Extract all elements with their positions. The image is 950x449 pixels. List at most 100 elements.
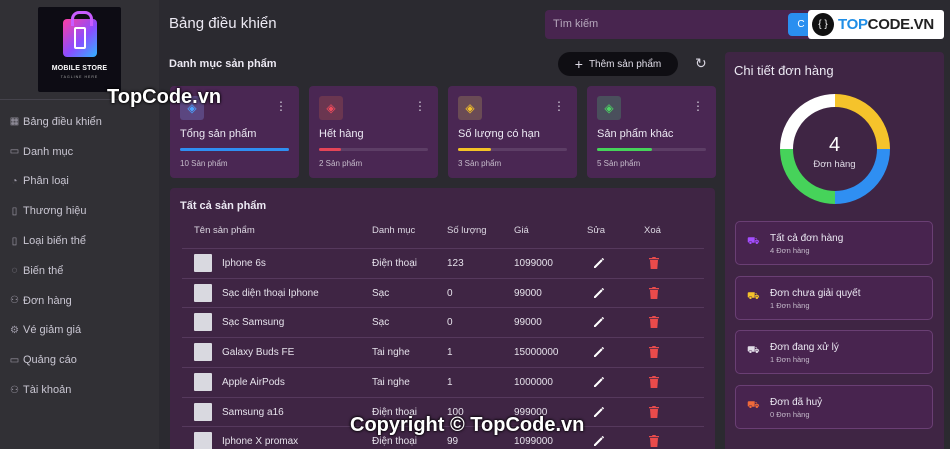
code-brackets-icon: { }: [812, 13, 834, 36]
plus-icon: +: [574, 56, 583, 72]
sidebar-item[interactable]: ▯ Loại biến thể: [0, 226, 159, 256]
sidebar-item-label: Loại biến thể: [23, 235, 86, 248]
edit-icon[interactable]: [592, 375, 606, 389]
edit-icon[interactable]: [592, 315, 606, 329]
order-details-title: Chi tiết đơn hàng: [734, 63, 834, 78]
stat-card[interactable]: ◈ ⋮ Sản phẩm khác 5 Sản phẩm: [587, 86, 716, 178]
sidebar-nav: ▦ Bảng điều khiển ▭ Danh mục ◔ Phân loại ▯ Thươ…: [0, 107, 159, 405]
sidebar-item[interactable]: ⚙ Vé giảm giá: [0, 316, 159, 346]
product-name: Sạc Samsung: [222, 317, 285, 329]
delete-icon[interactable]: [648, 375, 660, 389]
sidebar-item[interactable]: ▭ Danh mục: [0, 137, 159, 167]
sidebar-item[interactable]: ⚇ Tài khoản: [0, 375, 159, 405]
chat-icon: ◌: [11, 265, 18, 277]
stat-card-count: 2 Sản phẩm: [319, 159, 363, 168]
product-price: 1000000: [514, 376, 553, 388]
sidebar-item[interactable]: ⚇ Đơn hàng: [0, 286, 159, 316]
stat-card-label: Tổng sản phẩm: [180, 128, 257, 140]
chart-icon: ◔: [11, 175, 18, 187]
sidebar-item-label: Quảng cáo: [23, 354, 77, 367]
sidebar-item[interactable]: ▯ Thương hiệu: [0, 196, 159, 226]
phone-icon: [74, 27, 86, 49]
topcode-banner: { } TOPCODE.VN: [808, 10, 944, 39]
delete-icon[interactable]: [648, 315, 660, 329]
stat-card-count: 10 Sản phẩm: [180, 159, 228, 168]
product-category: Tai nghe: [372, 347, 410, 359]
sidebar-item[interactable]: ◔ Phân loại: [0, 167, 159, 197]
delete-icon[interactable]: [648, 256, 660, 270]
stat-card-label: Sản phẩm khác: [597, 128, 674, 140]
order-status-count: 1 Đơn hàng: [770, 300, 810, 310]
product-name: Iphone 6s: [222, 258, 266, 269]
product-thumbnail: [194, 343, 212, 362]
search-bar: Tìm kiếm C { } TOPCODE.VN: [545, 10, 944, 39]
more-options-icon[interactable]: ⋮: [553, 100, 565, 112]
delete-icon[interactable]: [648, 434, 660, 448]
stat-progress-fill: [319, 148, 341, 151]
delete-icon[interactable]: [648, 405, 660, 419]
order-status-label: Đơn đã huỷ: [770, 396, 823, 408]
product-quantity: 0: [447, 287, 453, 299]
gear-icon: ⚙: [10, 324, 19, 336]
table-row: Galaxy Buds FE Tai nghe 1 15000000: [182, 337, 704, 367]
truck-icon: ⛟: [747, 236, 760, 247]
stat-progress-bar: [458, 148, 567, 151]
table-row: Apple AirPods Tai nghe 1 1000000: [182, 366, 704, 397]
search-input[interactable]: Tìm kiếm: [553, 18, 598, 30]
order-status-label: Đơn đang xử lý: [770, 342, 839, 353]
product-quantity: 1: [447, 347, 453, 359]
product-category: Điện thoại: [372, 258, 418, 269]
edit-icon[interactable]: [592, 286, 606, 300]
order-status-card[interactable]: ⛟ Đơn đã huỷ 0 Đơn hàng: [735, 384, 933, 429]
product-name: Galaxy Buds FE: [222, 347, 295, 359]
sidebar-item-label: Vé giảm giá: [23, 324, 82, 337]
watermark-bottom: Copyright © TopCode.vn: [350, 414, 585, 436]
document-icon: ▯: [11, 235, 18, 247]
order-details-panel: Chi tiết đơn hàng 4 Đơn hàng ⛟ Tất cả đơn…: [725, 52, 944, 449]
column-header-category: Danh mục: [372, 225, 416, 236]
order-status-label: Tất cả đơn hàng: [770, 233, 844, 244]
order-status-count: 0 Đơn hàng: [770, 409, 810, 419]
more-options-icon[interactable]: ⋮: [275, 100, 287, 112]
edit-icon[interactable]: [592, 434, 606, 448]
watermark-top: TopCode.vn: [107, 86, 222, 108]
product-thumbnail: [194, 283, 212, 302]
product-category: Sạc: [372, 287, 390, 299]
stat-card-label: Hết hàng: [319, 128, 364, 140]
edit-icon[interactable]: [592, 345, 606, 359]
stat-progress-bar: [180, 148, 289, 151]
order-status-card[interactable]: ⛟ Đơn chưa giải quyết 1 Đơn hàng: [735, 275, 933, 320]
add-product-button[interactable]: + Thêm sản phẩm: [558, 52, 678, 76]
sidebar-item-label: Thương hiệu: [23, 205, 87, 218]
banner-text: TOPCODE.VN: [838, 16, 934, 33]
product-name: Iphone X promax: [222, 436, 299, 448]
sidebar-item-label: Biến thể: [23, 264, 64, 277]
box-icon: ◈: [458, 96, 482, 120]
stat-card[interactable]: ◈ ⋮ Hết hàng 2 Sản phẩm: [309, 86, 438, 178]
sidebar-item[interactable]: ▦ Bảng điều khiển: [0, 107, 159, 137]
refresh-icon[interactable]: ↻: [695, 55, 707, 71]
delete-icon[interactable]: [648, 345, 660, 359]
stat-progress-bar: [597, 148, 706, 151]
logo-brand: MOBILE STORE: [51, 65, 108, 72]
product-thumbnail: [194, 402, 212, 421]
product-category: Điện thoại: [372, 436, 418, 448]
stat-card[interactable]: ◈ ⋮ Số lượng có hạn 3 Sản phẩm: [448, 86, 577, 178]
folder-icon: ▭: [9, 354, 20, 366]
delete-icon[interactable]: [648, 286, 660, 300]
order-status-card[interactable]: ⛟ Tất cả đơn hàng 4 Đơn hàng: [735, 221, 933, 265]
folder-icon: ▭: [9, 146, 20, 158]
sidebar-item[interactable]: ◌ Biến thể: [0, 256, 159, 286]
more-options-icon[interactable]: ⋮: [414, 100, 426, 112]
product-price: 1099000: [514, 436, 553, 448]
product-name: Apple AirPods: [222, 376, 285, 388]
order-status-label: Đơn chưa giải quyết: [770, 287, 861, 299]
store-logo[interactable]: MOBILE STORE TAGLINE HERE: [38, 7, 121, 92]
page-title: Bảng điều khiển: [169, 15, 277, 32]
edit-icon[interactable]: [592, 405, 606, 419]
sidebar-item[interactable]: ▭ Quảng cáo: [0, 345, 159, 375]
edit-icon[interactable]: [592, 256, 606, 270]
more-options-icon[interactable]: ⋮: [692, 100, 704, 112]
truck-icon: ⛟: [747, 345, 760, 356]
order-status-card[interactable]: ⛟ Đơn đang xử lý 1 Đơn hàng: [735, 330, 933, 374]
